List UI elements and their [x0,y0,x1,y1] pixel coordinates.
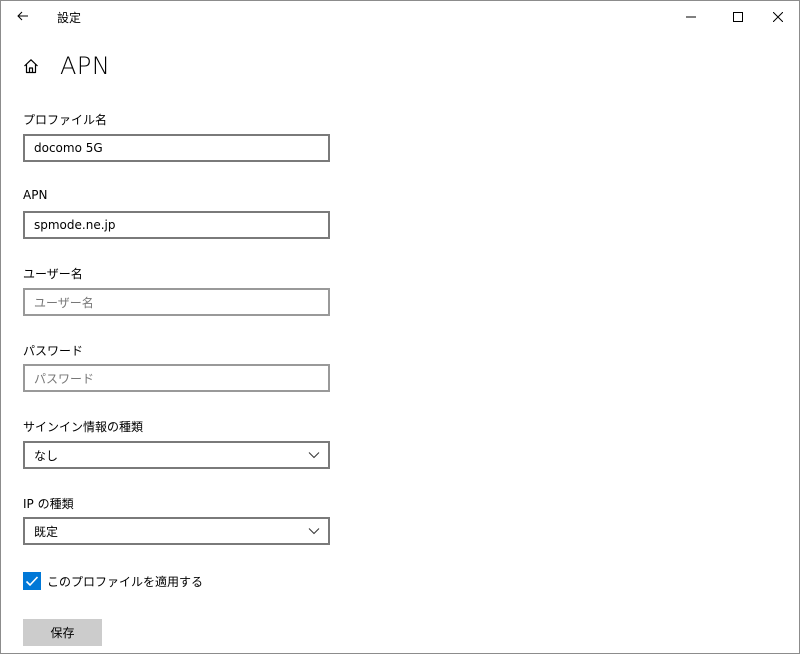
settings-window: 設定 APN プロファイル名 docomo 5G APN spmode.ne.j… [0,0,800,654]
arrow-left-icon [17,11,28,21]
close-icon [773,11,783,22]
apn-label: APN [23,188,48,202]
home-icon[interactable] [23,57,41,75]
ip-type-value: 既定 [34,524,59,539]
username-label: ユーザー名 [23,267,83,281]
password-label: パスワード [23,344,84,358]
minimize-icon [686,16,696,17]
profile-name-label: プロファイル名 [23,113,108,127]
profile-name-value: docomo 5G [34,141,103,155]
window-title: 設定 [57,11,82,25]
password-input[interactable]: パスワード [23,364,330,392]
back-button[interactable] [9,5,37,27]
apn-value: spmode.ne.jp [34,218,116,232]
ip-type-select[interactable]: 既定 [23,517,330,545]
checkmark-icon [25,576,39,587]
apply-profile-label: このプロファイルを適用する [47,574,204,589]
close-button[interactable] [755,1,800,32]
apply-profile-row[interactable]: このプロファイルを適用する [23,572,203,590]
page-header: APN [23,51,110,81]
maximize-icon [733,11,743,22]
signin-type-label: サインイン情報の種類 [23,420,144,434]
apply-profile-checkbox[interactable] [23,572,41,590]
title-bar: 設定 [1,1,799,32]
password-placeholder: パスワード [34,371,95,386]
page-title: APN [60,52,111,80]
ip-type-label: IP の種類 [23,497,74,511]
chevron-down-icon [308,528,320,535]
minimize-button[interactable] [668,1,714,32]
profile-name-input[interactable]: docomo 5G [23,134,330,162]
username-placeholder: ユーザー名 [34,295,94,310]
apn-input[interactable]: spmode.ne.jp [23,211,330,239]
username-input[interactable]: ユーザー名 [23,288,330,316]
signin-type-select[interactable]: なし [23,441,330,469]
chevron-down-icon [308,452,320,459]
signin-type-value: なし [34,448,59,463]
save-button[interactable]: 保存 [23,619,102,646]
